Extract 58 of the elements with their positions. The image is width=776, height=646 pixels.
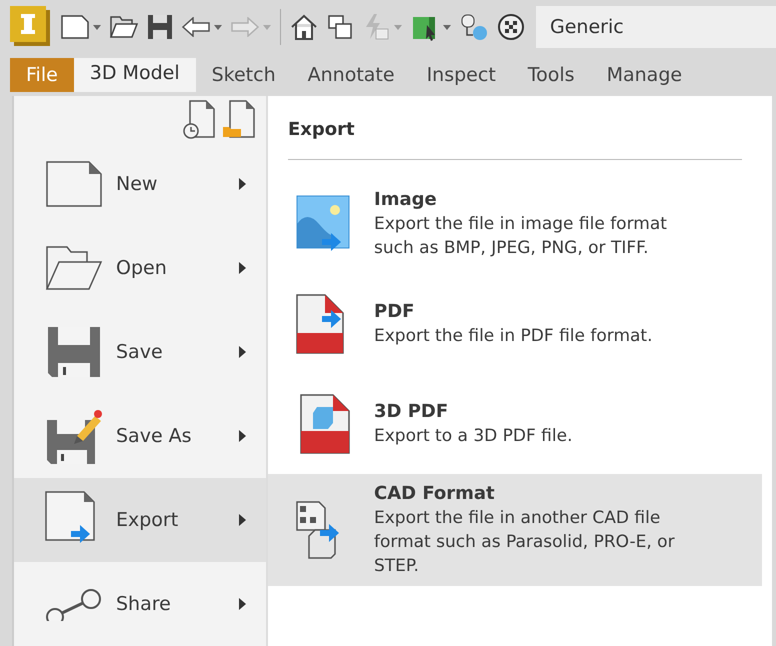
menu-item-label: New: [116, 172, 158, 197]
new-document-icon: [45, 160, 103, 208]
checkered-sphere-icon[interactable]: [497, 13, 525, 41]
menu-item-label: Save: [116, 340, 164, 365]
share-nodes-icon: [45, 587, 103, 621]
submenu-arrow-icon: [239, 598, 246, 610]
dropdown-caret-icon: [263, 24, 271, 30]
export-option[interactable]: Image Export the file in image file format such as BMP, JPEG, PNG, or TIFF.: [268, 174, 762, 274]
file-menu-item[interactable]: Open: [14, 226, 266, 310]
database-icon[interactable]: [460, 13, 488, 41]
export-option[interactable]: PDF Export the file in PDF file format.: [268, 274, 762, 374]
ribbon-tab[interactable]: Inspect: [410, 58, 512, 92]
file-menu-item[interactable]: Save: [14, 310, 266, 394]
submenu-arrow-icon: [239, 346, 246, 358]
option-description: Export the file in another CAD file format such as Parasolid, PRO-E, or STEP.: [374, 507, 676, 578]
home-icon[interactable]: [290, 13, 318, 41]
app-logo-icon[interactable]: [10, 6, 52, 48]
file-menu-item[interactable]: New: [14, 142, 266, 226]
option-description: Export the file in PDF file format.: [374, 325, 654, 348]
menu-item-label: Share: [116, 592, 172, 617]
submenu-title: Export: [288, 119, 355, 140]
ribbon-tab[interactable]: Manage: [590, 58, 698, 92]
option-title: PDF: [374, 300, 416, 324]
option-title: 3D PDF: [374, 400, 450, 424]
file-menu-item[interactable]: Export: [14, 478, 266, 562]
option-description: Export to a 3D PDF file.: [374, 425, 574, 448]
appearance-dropdown[interactable]: Generic: [536, 6, 776, 48]
submenu-arrow-icon: [239, 262, 246, 274]
dropdown-caret-icon: [394, 24, 402, 30]
submenu-arrow-icon: [239, 514, 246, 526]
open-folder-icon[interactable]: [110, 15, 138, 39]
ribbon-tab[interactable]: Sketch: [196, 58, 292, 92]
file-menu-item[interactable]: Share: [14, 562, 266, 646]
new-file-icon[interactable]: [61, 15, 89, 39]
stacked-windows-icon[interactable]: [327, 14, 353, 40]
recent-document-clock-icon[interactable]: [182, 99, 216, 139]
submenu-arrow-icon: [239, 430, 246, 442]
ribbon-tab[interactable]: Tools: [512, 58, 591, 92]
submenu-arrow-icon: [239, 178, 246, 190]
ribbon-tab[interactable]: Annotate: [292, 58, 411, 92]
option-title: Image: [374, 188, 438, 212]
option-title: CAD Format: [374, 482, 496, 506]
dropdown-caret-icon: [443, 24, 451, 30]
document-folder-icon[interactable]: [222, 99, 256, 139]
export-option[interactable]: 3D PDF Export to a 3D PDF file.: [268, 374, 762, 474]
file-menu-item[interactable]: Save As: [14, 394, 266, 478]
save-icon[interactable]: [147, 14, 173, 40]
folder-icon: [45, 245, 103, 291]
menu-item-label: Open: [116, 256, 168, 281]
ribbon-tab[interactable]: 3D Model: [74, 58, 196, 92]
dropdown-caret-icon: [93, 24, 101, 30]
dropdown-caret-icon: [214, 24, 222, 30]
undo-icon[interactable]: [182, 17, 210, 37]
pdf-cube-icon: [299, 393, 351, 455]
menu-item-label: Save As: [116, 424, 193, 449]
export-option[interactable]: CAD Format Export the file in another CAD file format such as Parasolid, PRO-E, or STEP.: [268, 474, 762, 586]
option-description: Export the file in image file format such as BMP, JPEG, PNG, or TIFF.: [374, 213, 668, 260]
menu-item-label: Export: [116, 508, 180, 533]
